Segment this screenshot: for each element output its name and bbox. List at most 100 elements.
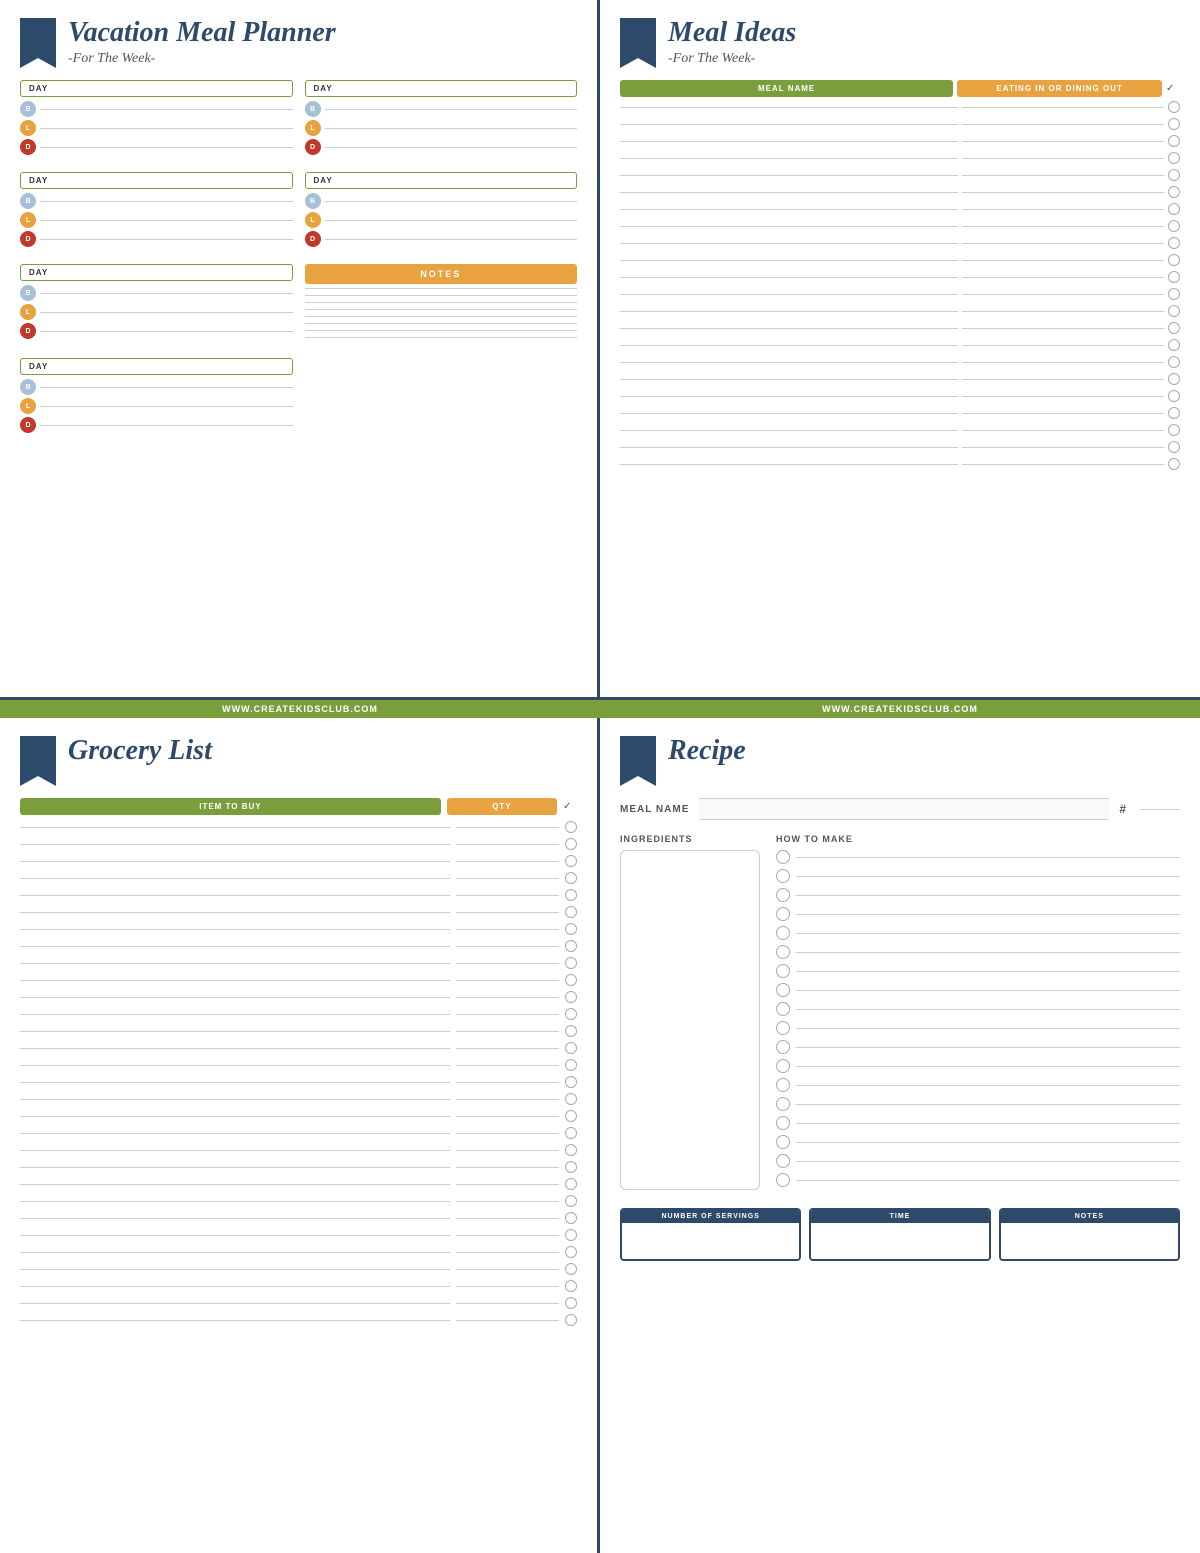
how-circle[interactable] — [776, 926, 790, 940]
mi-circle[interactable] — [1168, 339, 1180, 351]
gr-circle[interactable] — [565, 957, 577, 969]
grocery-row — [20, 1127, 577, 1139]
mi-circle[interactable] — [1168, 152, 1180, 164]
gr-circle[interactable] — [565, 1314, 577, 1326]
gr-circle[interactable] — [565, 872, 577, 884]
gr-qty-line — [456, 1150, 559, 1151]
mi-circle[interactable] — [1168, 441, 1180, 453]
how-to-row — [776, 888, 1180, 902]
mi-circle[interactable] — [1168, 373, 1180, 385]
gr-circle[interactable] — [565, 1195, 577, 1207]
gr-circle[interactable] — [565, 1297, 577, 1309]
gr-circle[interactable] — [565, 1263, 577, 1275]
ingredients-box[interactable] — [620, 850, 760, 1190]
how-circle[interactable] — [776, 983, 790, 997]
gr-circle[interactable] — [565, 1229, 577, 1241]
badge-l-3: L — [20, 212, 36, 228]
how-circle[interactable] — [776, 1154, 790, 1168]
mi-circle[interactable] — [1168, 118, 1180, 130]
meal-line-l-6 — [40, 406, 293, 407]
mi-eating-line — [962, 260, 1165, 261]
how-line — [796, 1085, 1180, 1086]
mi-circle[interactable] — [1168, 237, 1180, 249]
meal-idea-row — [620, 203, 1180, 215]
gr-circle[interactable] — [565, 1042, 577, 1054]
mi-circle[interactable] — [1168, 322, 1180, 334]
mi-circle[interactable] — [1168, 271, 1180, 283]
hash-label: # — [1119, 802, 1126, 816]
gr-circle[interactable] — [565, 1178, 577, 1190]
mi-circle[interactable] — [1168, 135, 1180, 147]
mi-circle[interactable] — [1168, 407, 1180, 419]
how-circle[interactable] — [776, 1021, 790, 1035]
gr-circle[interactable] — [565, 838, 577, 850]
gr-circle[interactable] — [565, 923, 577, 935]
mi-circle[interactable] — [1168, 101, 1180, 113]
meal-row-b-2: B — [305, 101, 578, 117]
gr-circle[interactable] — [565, 1059, 577, 1071]
how-circle[interactable] — [776, 1040, 790, 1054]
grocery-row — [20, 1297, 577, 1309]
meal-name-input[interactable] — [699, 798, 1109, 820]
gr-circle[interactable] — [565, 1161, 577, 1173]
meal-idea-row — [620, 458, 1180, 470]
mi-eating-line — [962, 413, 1165, 414]
mi-circle[interactable] — [1168, 458, 1180, 470]
how-circle[interactable] — [776, 1116, 790, 1130]
time-content[interactable] — [811, 1223, 988, 1259]
how-circle[interactable] — [776, 850, 790, 864]
gr-circle[interactable] — [565, 1280, 577, 1292]
gr-circle[interactable] — [565, 991, 577, 1003]
gr-qty-line — [456, 980, 559, 981]
mi-circle[interactable] — [1168, 305, 1180, 317]
how-circle[interactable] — [776, 907, 790, 921]
servings-label: NUMBER OF SERVINGS — [622, 1210, 799, 1223]
grocery-row — [20, 855, 577, 867]
how-circle[interactable] — [776, 945, 790, 959]
how-line — [796, 857, 1180, 858]
gr-circle[interactable] — [565, 1246, 577, 1258]
how-circle[interactable] — [776, 888, 790, 902]
gr-circle[interactable] — [565, 974, 577, 986]
gr-circle[interactable] — [565, 1212, 577, 1224]
mi-name-line — [620, 226, 958, 227]
gr-circle[interactable] — [565, 1076, 577, 1088]
how-to-row — [776, 1059, 1180, 1073]
how-circle[interactable] — [776, 1135, 790, 1149]
gr-circle[interactable] — [565, 1110, 577, 1122]
servings-content[interactable] — [622, 1223, 799, 1259]
how-circle[interactable] — [776, 1173, 790, 1187]
mi-circle[interactable] — [1168, 169, 1180, 181]
badge-d-6: D — [20, 417, 36, 433]
how-circle[interactable] — [776, 964, 790, 978]
mi-circle[interactable] — [1168, 356, 1180, 368]
how-circle[interactable] — [776, 869, 790, 883]
meal-idea-row — [620, 237, 1180, 249]
gr-circle[interactable] — [565, 906, 577, 918]
mi-circle[interactable] — [1168, 186, 1180, 198]
br-banner: Recipe — [620, 736, 1180, 786]
gr-circle[interactable] — [565, 940, 577, 952]
mi-circle[interactable] — [1168, 220, 1180, 232]
gr-circle[interactable] — [565, 1093, 577, 1105]
mi-name-line — [620, 379, 958, 380]
badge-b-3: B — [20, 193, 36, 209]
gr-circle[interactable] — [565, 1144, 577, 1156]
gr-circle[interactable] — [565, 1008, 577, 1020]
how-circle[interactable] — [776, 1059, 790, 1073]
mi-circle[interactable] — [1168, 390, 1180, 402]
how-circle[interactable] — [776, 1002, 790, 1016]
gr-circle[interactable] — [565, 821, 577, 833]
meal-line-d-3 — [40, 239, 293, 240]
notes-footer-content[interactable] — [1001, 1223, 1178, 1259]
gr-circle[interactable] — [565, 855, 577, 867]
mi-circle[interactable] — [1168, 254, 1180, 266]
mi-circle[interactable] — [1168, 203, 1180, 215]
gr-circle[interactable] — [565, 1025, 577, 1037]
mi-circle[interactable] — [1168, 288, 1180, 300]
gr-circle[interactable] — [565, 889, 577, 901]
how-circle[interactable] — [776, 1078, 790, 1092]
how-circle[interactable] — [776, 1097, 790, 1111]
gr-circle[interactable] — [565, 1127, 577, 1139]
mi-circle[interactable] — [1168, 424, 1180, 436]
